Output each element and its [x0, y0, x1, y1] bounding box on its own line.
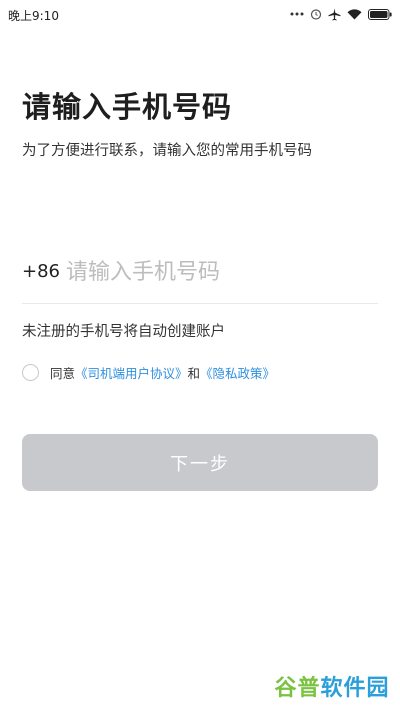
agreement-row: 同意 《司机端用户协议》 和 《隐私政策》	[22, 362, 275, 382]
agreement-conjunction: 和	[187, 365, 201, 381]
wifi-icon	[347, 8, 362, 19]
status-time: 晚上9:10	[8, 9, 59, 23]
status-bar: 晚上9:10	[0, 0, 400, 28]
next-button[interactable]: 下一步	[22, 434, 378, 491]
watermark-logo: 谷普 软件园	[272, 668, 392, 704]
country-code[interactable]: +86	[22, 261, 60, 282]
phone-input-row: +86	[22, 252, 378, 304]
battery-icon	[368, 8, 392, 20]
status-icons	[290, 7, 392, 21]
watermark-part1: 谷普	[274, 676, 321, 701]
page-title: 请输入手机号码	[22, 90, 233, 124]
auto-register-notice: 未注册的手机号将自动创建账户	[22, 324, 225, 340]
privacy-policy-link[interactable]: 《隐私政策》	[200, 363, 275, 382]
driver-agreement-link[interactable]: 《司机端用户协议》	[75, 363, 188, 382]
airplane-icon	[328, 8, 341, 20]
agreement-text: 同意 《司机端用户协议》 和 《隐私政策》	[50, 363, 275, 382]
alarm-icon	[310, 9, 322, 20]
agree-checkbox[interactable]	[22, 363, 39, 381]
dots-icon	[290, 12, 304, 16]
agreement-prefix: 同意	[50, 365, 76, 381]
watermark-part2: 软件园	[320, 676, 390, 701]
phone-input[interactable]	[66, 254, 366, 290]
page-subtitle: 为了方便进行联系，请输入您的常用手机号码	[22, 143, 312, 159]
